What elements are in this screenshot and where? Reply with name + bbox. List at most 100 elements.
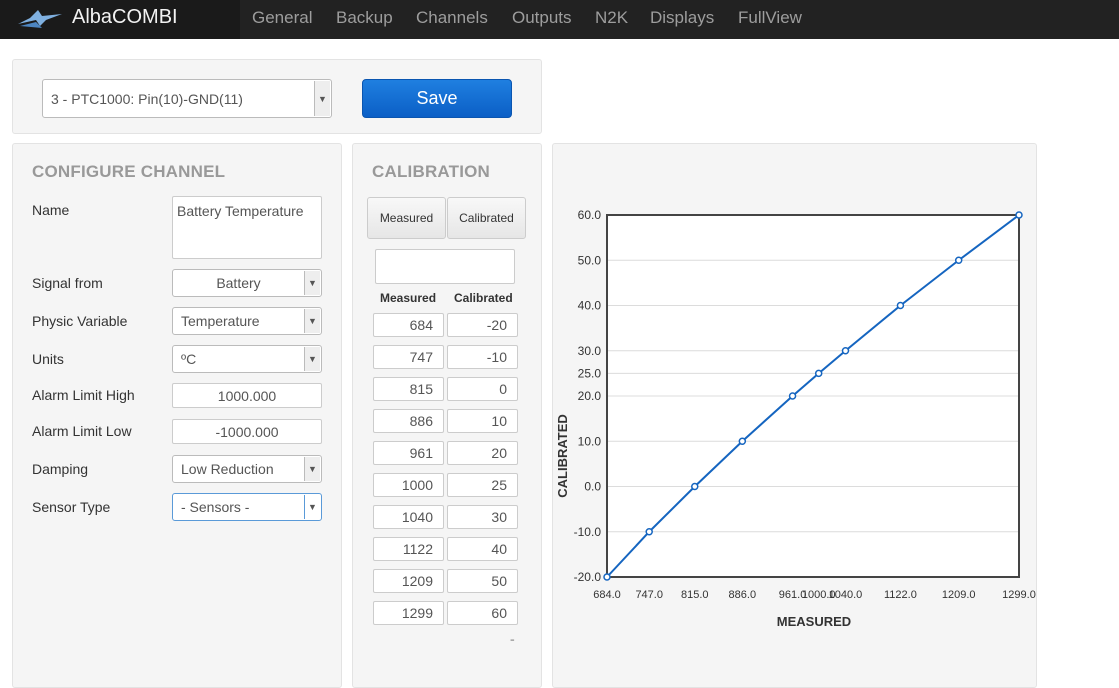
calibrated-cell[interactable]: 0	[447, 377, 518, 401]
sensor-type-label: Sensor Type	[32, 499, 111, 515]
chart-data-point	[738, 437, 747, 445]
chart-y-tick-label: -10.0	[574, 525, 602, 539]
calibrated-cell[interactable]: 50	[447, 569, 518, 593]
chart-x-axis-label: MEASURED	[777, 614, 851, 629]
damping-select[interactable]: Low Reduction ▼	[172, 455, 322, 483]
calibrated-cell[interactable]: 60	[447, 601, 518, 625]
chevron-down-icon: ▼	[304, 347, 320, 371]
chevron-down-icon: ▼	[304, 309, 320, 333]
chart-y-ticks: 60.0 50.0 40.0 30.0 25.0 20.0 10.0 0.0 -10.0 -20.…	[574, 208, 602, 584]
chevron-down-icon: ▼	[304, 495, 320, 519]
nav-displays[interactable]: Displays	[650, 8, 714, 28]
measured-cell[interactable]: 1209	[373, 569, 444, 593]
calibrated-cell[interactable]: 40	[447, 537, 518, 561]
units-select[interactable]: ºC ▼	[172, 345, 322, 373]
nav-general[interactable]: General	[252, 8, 312, 28]
physic-variable-label: Physic Variable	[32, 313, 128, 329]
chart-x-tick-label: 747.0	[635, 589, 663, 601]
sensor-type-value: - Sensors -	[181, 499, 250, 515]
chart-grid	[607, 214, 1019, 578]
chart-y-tick-label: 0.0	[584, 480, 601, 494]
calibration-input[interactable]	[375, 249, 515, 284]
chart-data-point	[788, 392, 797, 400]
chart-y-tick-label: 10.0	[578, 434, 602, 448]
alarm-high-label: Alarm Limit High	[32, 387, 135, 403]
physic-variable-select[interactable]: Temperature ▼	[172, 307, 322, 335]
save-button[interactable]: Save	[362, 79, 512, 118]
calibration-chart: 60.0 50.0 40.0 30.0 25.0 20.0 10.0 0.0 -10.0 -20.…	[555, 208, 1036, 629]
chart-x-tick-label: 815.0	[681, 589, 709, 601]
measured-cell[interactable]: 1299	[373, 601, 444, 625]
top-navbar: AlbaCOMBI General Backup Channels Output…	[0, 0, 1119, 39]
app-name: AlbaCOMBI	[72, 6, 178, 28]
chart-x-tick-label: 1122.0	[884, 589, 917, 601]
nav-backup[interactable]: Backup	[336, 8, 393, 28]
chart-data-point	[841, 347, 850, 355]
damping-label: Damping	[32, 461, 89, 477]
chart-y-tick-label: 40.0	[578, 299, 602, 313]
configure-channel-title: CONFIGURE CHANNEL	[32, 162, 226, 181]
measured-cell[interactable]: 1122	[373, 537, 444, 561]
chart-x-tick-label: 1040.0	[829, 589, 863, 601]
chart-data-point	[691, 482, 699, 491]
sensor-type-select[interactable]: - Sensors - ▼	[172, 493, 322, 521]
units-label: Units	[32, 351, 64, 367]
measured-cell[interactable]: 815	[373, 377, 444, 401]
chart-data-point	[896, 301, 905, 310]
measured-cell[interactable]: 886	[373, 409, 444, 433]
nav-fullview[interactable]: FullView	[738, 8, 802, 28]
chevron-down-icon: ▼	[314, 81, 330, 116]
remove-row-button[interactable]: -	[510, 631, 515, 647]
channel-select[interactable]: 3 - PTC1000: Pin(10)-GND(11) ▼	[42, 79, 332, 118]
alarm-low-field[interactable]: -1000.000	[172, 419, 322, 444]
chart-x-tick-label: 684.0	[593, 589, 621, 601]
physic-variable-value: Temperature	[181, 313, 260, 329]
chart-data-point	[1015, 211, 1023, 219]
brand[interactable]: AlbaCOMBI	[0, 0, 240, 39]
calibrated-cell[interactable]: 10	[447, 409, 518, 433]
chart-x-tick-label: 1299.0	[1002, 589, 1036, 601]
chart-data-point	[645, 528, 653, 536]
chart-y-tick-label: 25.0	[578, 366, 602, 380]
chevron-down-icon: ▼	[304, 457, 320, 481]
calibrated-cell[interactable]: 30	[447, 505, 518, 529]
calibrated-cell[interactable]: -20	[447, 313, 518, 337]
chart-data-point	[603, 573, 611, 581]
calibrated-cell[interactable]: -10	[447, 345, 518, 369]
calibrated-column-header: Calibrated	[454, 291, 513, 305]
chart-x-ticks: 684.0 747.0 815.0 886.0 961.01000.01040.0 112…	[593, 589, 1036, 601]
chevron-down-icon: ▼	[304, 271, 320, 295]
nav-outputs[interactable]: Outputs	[512, 8, 572, 28]
chart-y-tick-label: 50.0	[578, 253, 602, 267]
name-label: Name	[32, 202, 70, 218]
calibration-title: CALIBRATION	[372, 162, 491, 181]
chart-y-axis-label: CALIBRATED	[555, 414, 570, 498]
measured-cell[interactable]: 1000	[373, 473, 444, 497]
nav-channels[interactable]: Channels	[416, 8, 488, 28]
signal-from-value: Battery	[216, 275, 261, 291]
calibrated-cell[interactable]: 25	[447, 473, 518, 497]
alarm-high-field[interactable]: 1000.000	[172, 383, 322, 408]
chart-y-tick-label: 20.0	[578, 389, 602, 403]
calibrated-button[interactable]: Calibrated	[447, 197, 526, 239]
measured-cell[interactable]: 684	[373, 313, 444, 337]
nav-n2k[interactable]: N2K	[595, 8, 628, 28]
chart-x-tick-label: 886.0	[729, 589, 757, 601]
signal-from-select[interactable]: Battery ▼	[172, 269, 322, 297]
chart-x-tick-label: 1209.0	[942, 589, 976, 601]
measured-cell[interactable]: 1040	[373, 505, 444, 529]
chart-data-point	[814, 369, 823, 378]
name-field[interactable]: Battery Temperature	[172, 196, 322, 259]
albatross-logo-icon	[18, 10, 62, 28]
calibrated-cell[interactable]: 20	[447, 441, 518, 465]
channel-select-value: 3 - PTC1000: Pin(10)-GND(11)	[51, 90, 243, 107]
units-value: ºC	[181, 351, 197, 367]
chart-data-point	[954, 256, 963, 264]
chart-y-tick-label: -20.0	[574, 570, 602, 584]
chart-y-tick-label: 60.0	[578, 208, 602, 222]
measured-column-header: Measured	[380, 291, 437, 305]
measured-cell[interactable]: 961	[373, 441, 444, 465]
alarm-low-label: Alarm Limit Low	[32, 423, 132, 439]
measured-cell[interactable]: 747	[373, 345, 444, 369]
measured-button[interactable]: Measured	[367, 197, 446, 239]
